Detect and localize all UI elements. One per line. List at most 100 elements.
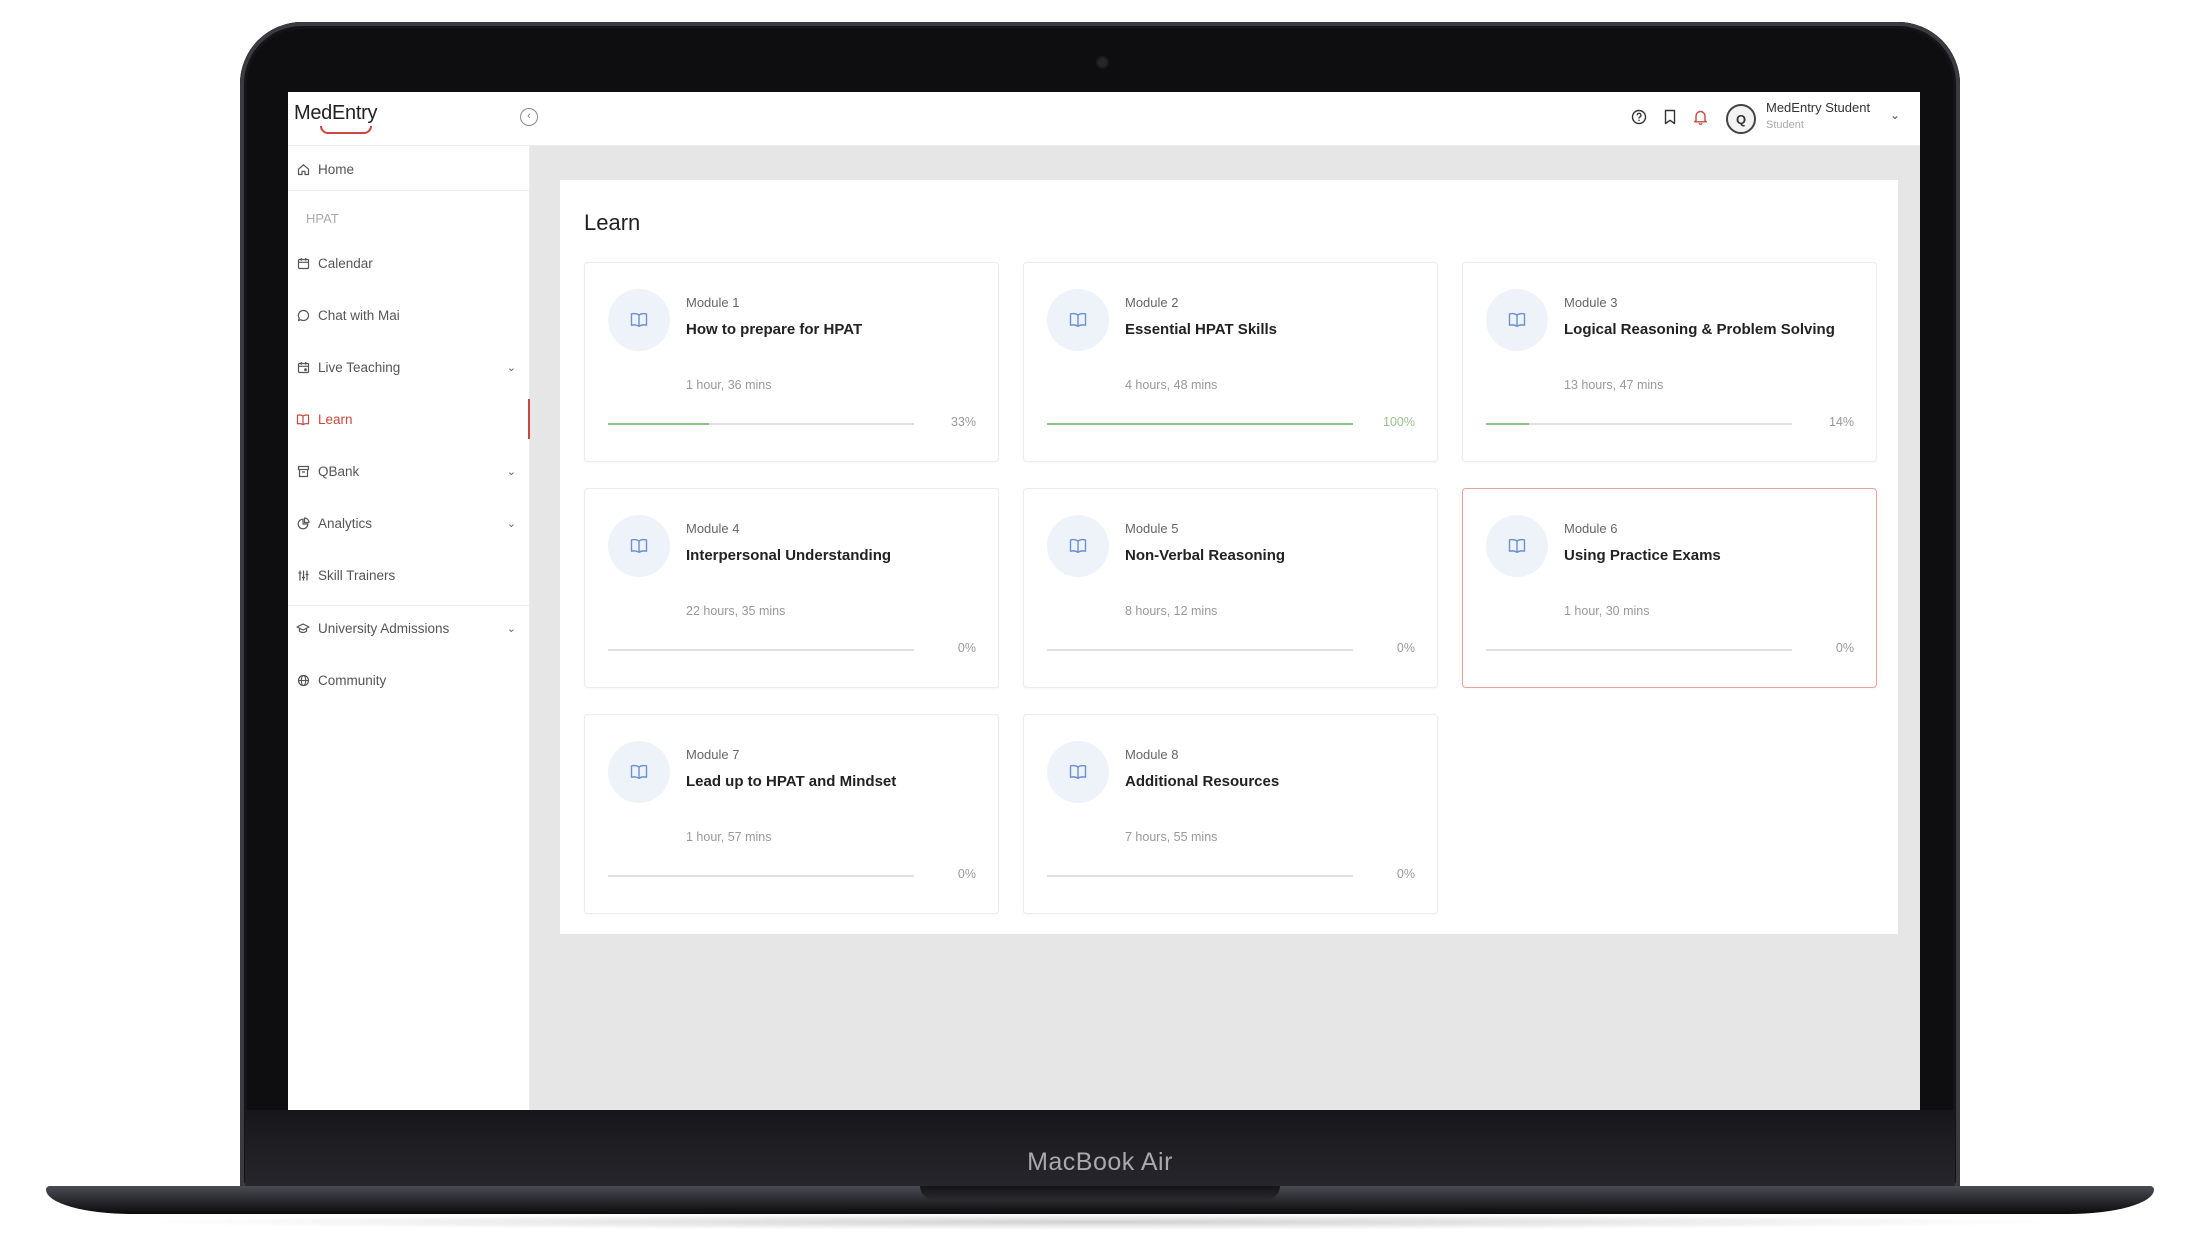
module-title[interactable]: Non-Verbal Reasoning [1125, 547, 1285, 564]
module-duration: 4 hours, 48 mins [1125, 378, 1218, 392]
book-icon [608, 741, 670, 803]
book-icon [608, 289, 670, 351]
module-duration: 1 hour, 30 mins [1564, 604, 1650, 618]
nav-section-label: HPAT [306, 211, 339, 226]
progress-bar [608, 875, 914, 877]
progress-bar [1047, 423, 1353, 425]
progress-percent: 0% [1835, 641, 1854, 655]
progress-bar-fill [1047, 423, 1353, 425]
sidebar-item-label: Live Teaching [318, 359, 401, 375]
archive-icon [296, 464, 310, 478]
sidebar-item-label: Chat with Mai [318, 307, 400, 323]
sidebar-item-label: Analytics [318, 515, 373, 531]
book-icon [1486, 515, 1548, 577]
sidebar-item-qbank[interactable]: QBank ⌄ [288, 451, 530, 491]
chat-icon [296, 308, 310, 322]
module-title[interactable]: Logical Reasoning & Problem Solving [1564, 321, 1835, 338]
module-card[interactable]: Module 5 Non-Verbal Reasoning 8 hours, 12 … [1023, 488, 1438, 688]
sidebar-item-skill-trainers[interactable]: Skill Trainers [288, 555, 530, 595]
chevron-down-icon[interactable]: ⌄ [1890, 108, 1900, 122]
calendar-icon [296, 256, 310, 270]
top-bar: MedEntry ‹ Q MedEntry Student Student ⌄ [288, 92, 1920, 146]
module-duration: 1 hour, 57 mins [686, 830, 772, 844]
sidebar-item-community[interactable]: Community [288, 660, 530, 700]
progress-percent: 0% [957, 641, 976, 655]
logo-swoosh [320, 126, 372, 134]
chevron-down-icon[interactable]: ⌄ [507, 361, 516, 374]
module-card[interactable]: Module 2 Essential HPAT Skills 4 hours, 48… [1023, 262, 1438, 462]
module-title[interactable]: Lead up to HPAT and Mindset [686, 773, 896, 790]
sidebar: Home HPAT Calendar Chat with Mai Live Te… [288, 146, 530, 1110]
sidebar-item-calendar[interactable]: Calendar [288, 243, 530, 283]
module-card[interactable]: Module 8 Additional Resources 7 hours, 55 … [1023, 714, 1438, 914]
sidebar-item-chat[interactable]: Chat with Mai [288, 295, 530, 335]
module-card[interactable]: Module 6 Using Practice Exams 1 hour, 30 m… [1462, 488, 1877, 688]
sidebar-item-label: Learn [318, 411, 353, 427]
module-title[interactable]: How to prepare for HPAT [686, 321, 862, 338]
module-duration: 8 hours, 12 mins [1125, 604, 1218, 618]
module-label: Module 4 [686, 521, 740, 536]
user-name[interactable]: MedEntry Student [1766, 100, 1870, 115]
sidebar-item-label: QBank [318, 463, 360, 479]
book-icon [608, 515, 670, 577]
sidebar-item-university-admissions[interactable]: University Admissions ⌄ [288, 608, 530, 648]
module-label: Module 6 [1564, 521, 1618, 536]
module-duration: 7 hours, 55 mins [1125, 830, 1218, 844]
module-card[interactable]: Module 3 Logical Reasoning & Problem Solv… [1462, 262, 1877, 462]
laptop-notch [920, 1186, 1280, 1200]
sidebar-item-label: Community [318, 672, 387, 688]
notification-bell-icon[interactable] [1691, 108, 1709, 126]
sidebar-item-analytics[interactable]: Analytics ⌄ [288, 503, 530, 543]
progress-bar [1486, 649, 1792, 651]
app-logo[interactable]: MedEntry [294, 102, 377, 125]
progress-bar [1486, 423, 1792, 425]
progress-percent: 14% [1828, 415, 1854, 429]
module-duration: 1 hour, 36 mins [686, 378, 772, 392]
module-title[interactable]: Interpersonal Understanding [686, 547, 891, 564]
module-label: Module 2 [1125, 295, 1179, 310]
module-card[interactable]: Module 1 How to prepare for HPAT 1 hour, 3… [584, 262, 999, 462]
module-label: Module 3 [1564, 295, 1618, 310]
page-title: Learn [584, 210, 641, 235]
module-card[interactable]: Module 7 Lead up to HPAT and Mindset 1 hou… [584, 714, 999, 914]
progress-bar [608, 649, 914, 651]
nav-divider [288, 605, 530, 606]
module-title[interactable]: Using Practice Exams [1564, 547, 1721, 564]
sidebar-item-label: Home [318, 161, 355, 177]
laptop-shadow [120, 1214, 2080, 1230]
module-label: Module 5 [1125, 521, 1179, 536]
collapse-sidebar-button[interactable]: ‹ [520, 108, 538, 126]
sidebar-item-learn[interactable]: Learn [288, 399, 530, 439]
module-label: Module 8 [1125, 747, 1179, 762]
module-title[interactable]: Additional Resources [1125, 773, 1279, 790]
avatar[interactable]: Q [1726, 104, 1756, 134]
module-title[interactable]: Essential HPAT Skills [1125, 321, 1277, 338]
app-screen: MedEntry ‹ Q MedEntry Student Student ⌄ … [288, 92, 1920, 1110]
sidebar-item-label: University Admissions [318, 620, 450, 636]
module-duration: 22 hours, 35 mins [686, 604, 786, 618]
live-teaching-icon [296, 360, 310, 374]
progress-bar [608, 423, 914, 425]
chevron-down-icon[interactable]: ⌄ [507, 465, 516, 478]
book-icon [296, 412, 310, 426]
progress-percent: 0% [1396, 641, 1415, 655]
progress-bar-fill [608, 423, 709, 425]
module-duration: 13 hours, 47 mins [1564, 378, 1664, 392]
module-label: Module 7 [686, 747, 740, 762]
bookmark-icon[interactable] [1661, 108, 1679, 126]
sidebar-item-live-teaching[interactable]: Live Teaching ⌄ [288, 347, 530, 387]
book-icon [1047, 741, 1109, 803]
help-icon[interactable] [1630, 108, 1648, 126]
progress-percent: 0% [957, 867, 976, 881]
module-card[interactable]: Module 4 Interpersonal Understanding 22 ho… [584, 488, 999, 688]
sidebar-item-label: Skill Trainers [318, 567, 396, 583]
sidebar-item-home[interactable]: Home [288, 149, 530, 189]
chevron-down-icon[interactable]: ⌄ [507, 517, 516, 530]
chevron-down-icon[interactable]: ⌄ [507, 622, 516, 635]
progress-percent: 33% [950, 415, 976, 429]
graduation-cap-icon [296, 621, 310, 635]
home-icon [296, 162, 310, 176]
nav-divider [288, 190, 530, 191]
sliders-icon [296, 568, 310, 582]
book-icon [1047, 289, 1109, 351]
